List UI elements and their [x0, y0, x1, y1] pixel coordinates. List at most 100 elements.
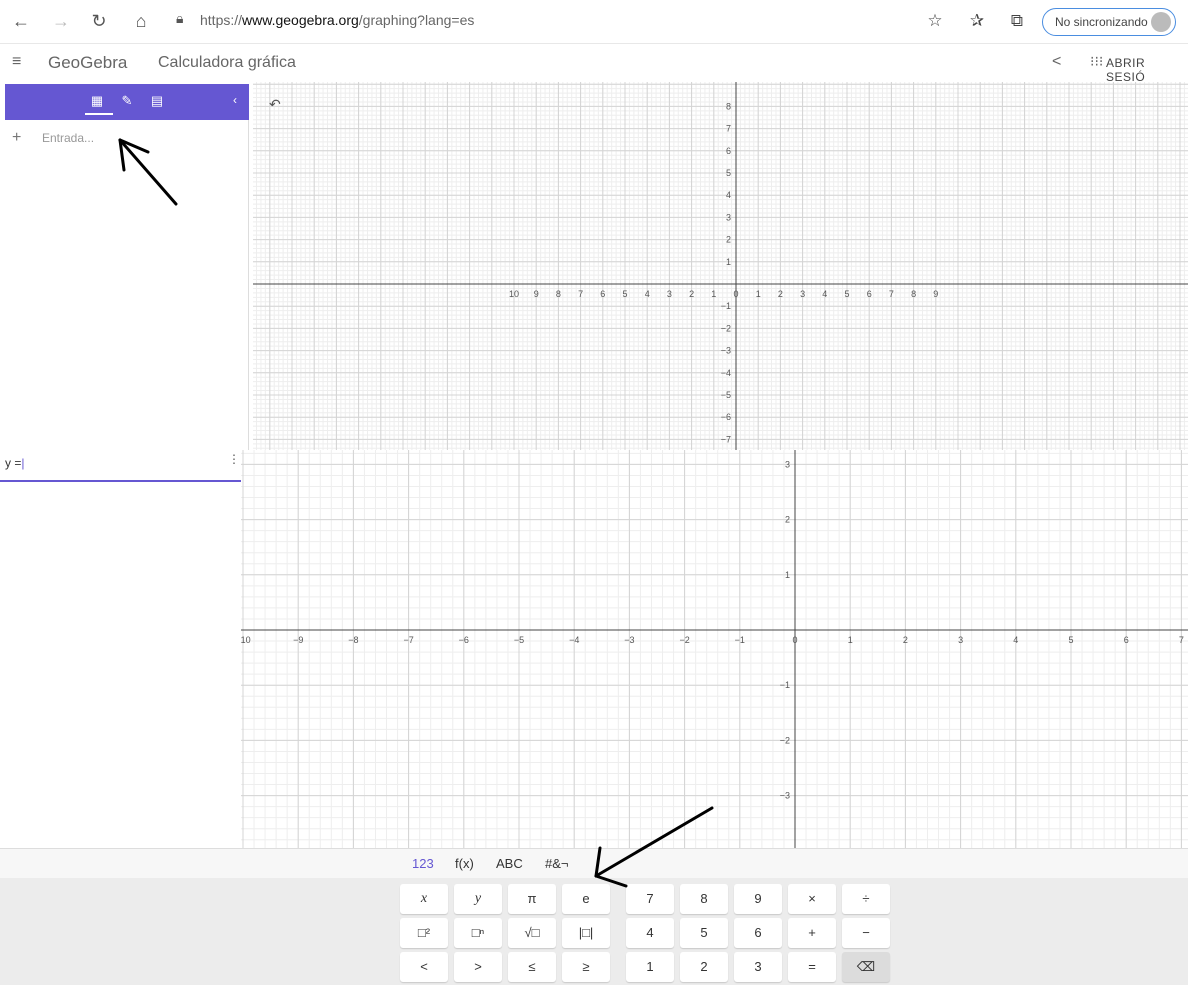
- y-tick-label: 6: [726, 146, 731, 156]
- x-tick-label: −2: [679, 635, 689, 645]
- browser-toolbar: ← → ↻ ⌂ 🔒︎ https://www.geogebra.org/grap…: [0, 0, 1188, 44]
- key-less[interactable]: <: [400, 952, 448, 982]
- key-8[interactable]: 8: [680, 884, 728, 914]
- key-1[interactable]: 1: [626, 952, 674, 982]
- key-times[interactable]: ×: [788, 884, 836, 914]
- signin-button[interactable]: ABRIR SESIÓ: [1106, 56, 1188, 84]
- key-backspace[interactable]: ⌫: [842, 952, 890, 982]
- x-tick-label: 9: [534, 289, 539, 299]
- x-tick-label: 7: [889, 289, 894, 299]
- x-tick-label: 8: [556, 289, 561, 299]
- x-tick-label: −7: [403, 635, 413, 645]
- y-tick-label: 2: [726, 235, 731, 245]
- key-power[interactable]: □ⁿ: [454, 918, 502, 948]
- apps-icon[interactable]: ⁝⁝⁝: [1090, 53, 1103, 70]
- x-tick-label: 3: [667, 289, 672, 299]
- key-e[interactable]: e: [562, 884, 610, 914]
- algebra-input[interactable]: Entrada...: [42, 131, 94, 145]
- back-icon[interactable]: ←: [8, 8, 34, 34]
- x-tick-label: 1: [756, 289, 761, 299]
- y-equation-input[interactable]: y =|: [5, 456, 24, 470]
- lock-icon[interactable]: 🔒︎: [176, 10, 192, 30]
- tab-abc[interactable]: ABC: [496, 856, 523, 871]
- key-pi[interactable]: π: [508, 884, 556, 914]
- y-tick-label: 1: [785, 570, 790, 580]
- x-tick-label: 2: [903, 635, 908, 645]
- key-5[interactable]: 5: [680, 918, 728, 948]
- y-tick-label: −1: [721, 301, 731, 311]
- key-4[interactable]: 4: [626, 918, 674, 948]
- share-icon[interactable]: <: [1052, 53, 1061, 71]
- collapse-icon[interactable]: ‹: [233, 93, 237, 107]
- address-bar[interactable]: https://www.geogebra.org/graphing?lang=e…: [200, 12, 474, 28]
- favorites-icon[interactable]: ✰: [964, 8, 990, 34]
- y-tick-label: −6: [721, 412, 731, 422]
- x-tick-label: 1: [711, 289, 716, 299]
- graphics-view-bottom[interactable]: −10−9−8−7−6−5−4−3−2−101234567321−1−2−3: [241, 450, 1188, 848]
- x-tick-label: 4: [1013, 635, 1018, 645]
- y-tick-label: 4: [726, 190, 731, 200]
- star-icon[interactable]: ☆: [922, 8, 948, 34]
- virtual-keyboard: x y π e 7 8 9 × ÷ □² □ⁿ √□ |□| 4 5 6 + − < > ≤ ≥1 2 3 = ⌫: [0, 878, 1188, 985]
- x-tick-label: 5: [622, 289, 627, 299]
- home-icon[interactable]: ⌂: [128, 8, 154, 34]
- key-7[interactable]: 7: [626, 884, 674, 914]
- key-sqrt[interactable]: √□: [508, 918, 556, 948]
- key-leq[interactable]: ≤: [508, 952, 556, 982]
- y-tick-label: 5: [726, 168, 731, 178]
- key-y[interactable]: y: [454, 884, 502, 914]
- key-divide[interactable]: ÷: [842, 884, 890, 914]
- key-abs[interactable]: |□|: [562, 918, 610, 948]
- key-6[interactable]: 6: [734, 918, 782, 948]
- graphics-view-top[interactable]: 10 9 8 7 6 5 4 3 2 1 0 1 2 3 4 5 6 7 8 987654321−1−2−3−4−5−…: [253, 82, 1188, 450]
- tab-symbols[interactable]: #&¬: [545, 856, 569, 871]
- key-9[interactable]: 9: [734, 884, 782, 914]
- algebra-view: + Entrada...: [5, 120, 249, 450]
- algebra-view-secondary: [0, 450, 241, 848]
- y-tick-label: −5: [721, 390, 731, 400]
- avatar-icon: [1151, 12, 1171, 32]
- key-minus[interactable]: −: [842, 918, 890, 948]
- tab-functions[interactable]: f(x): [455, 856, 474, 871]
- tools-icon[interactable]: ✎: [119, 93, 135, 109]
- x-tick-label: −1: [735, 635, 745, 645]
- key-plus[interactable]: +: [788, 918, 836, 948]
- brand-logo: GeoGebra: [48, 53, 128, 72]
- key-2[interactable]: 2: [680, 952, 728, 982]
- x-tick-label: 7: [1179, 635, 1184, 645]
- reload-icon[interactable]: ↻: [86, 8, 112, 34]
- key-geq[interactable]: ≥: [562, 952, 610, 982]
- add-icon[interactable]: +: [12, 129, 21, 147]
- menu-icon[interactable]: ≡: [12, 53, 21, 71]
- app-header: ≡ GeoGebra Calculadora gráfica < ⁝⁝⁝ ABR…: [0, 44, 1188, 84]
- table-icon[interactable]: ▤: [149, 93, 165, 109]
- tab-123[interactable]: 123: [412, 856, 434, 871]
- x-tick-label: 1: [848, 635, 853, 645]
- key-3[interactable]: 3: [734, 952, 782, 982]
- x-tick-label: 0: [733, 289, 738, 299]
- x-tick-label: 5: [844, 289, 849, 299]
- undo-icon[interactable]: ↶: [269, 96, 281, 113]
- y-tick-label: 1: [726, 257, 731, 267]
- input-underline: [0, 480, 241, 482]
- y-tick-label: 3: [785, 459, 790, 469]
- x-tick-label: −10: [241, 635, 251, 645]
- x-tick-label: 6: [600, 289, 605, 299]
- active-tab-indicator: [85, 113, 113, 115]
- more-vertical-icon[interactable]: ⋮: [228, 452, 240, 466]
- collections-icon[interactable]: ⧉: [1004, 8, 1030, 34]
- y-tick-label: 3: [726, 212, 731, 222]
- key-x[interactable]: x: [400, 884, 448, 914]
- keyboard-tabs: 123 f(x) ABC #&¬: [0, 848, 1188, 878]
- x-tick-label: 4: [645, 289, 650, 299]
- key-equals[interactable]: =: [788, 952, 836, 982]
- y-tick-label: 8: [726, 101, 731, 111]
- profile-button[interactable]: No sincronizando: [1042, 8, 1176, 36]
- key-greater[interactable]: >: [454, 952, 502, 982]
- x-tick-label: 7: [578, 289, 583, 299]
- key-square[interactable]: □²: [400, 918, 448, 948]
- forward-icon[interactable]: →: [48, 8, 74, 34]
- x-tick-label: 6: [867, 289, 872, 299]
- calculator-icon[interactable]: ▦: [89, 93, 105, 109]
- x-tick-label: −4: [569, 635, 579, 645]
